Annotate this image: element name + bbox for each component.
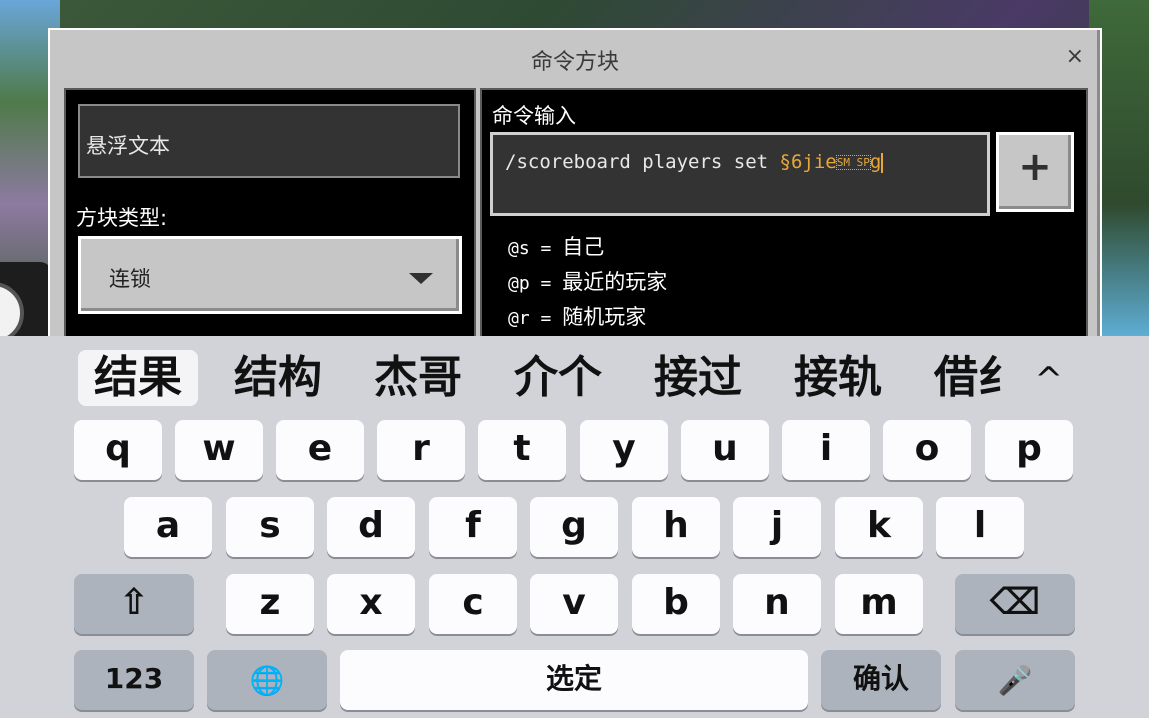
expand-candidates-icon[interactable]: ^ <box>1035 360 1064 400</box>
key-f[interactable]: f <box>429 497 517 557</box>
microphone-icon: 🎤 <box>997 664 1033 697</box>
command-color-code: §6jie <box>779 151 837 173</box>
right-panel: 命令输入 /scoreboard players set §6jieSM SPg… <box>480 88 1088 354</box>
candidate-word[interactable]: 接过 <box>654 350 742 406</box>
command-prefix: /scoreboard players set <box>505 151 780 173</box>
key-o[interactable]: o <box>883 420 971 480</box>
shift-key[interactable]: ⇧ <box>74 574 194 634</box>
key-y[interactable]: y <box>580 420 668 480</box>
selector-code: @p <box>508 273 530 294</box>
key-p[interactable]: p <box>985 420 1073 480</box>
mic-key[interactable]: 🎤 <box>955 650 1075 710</box>
block-type-value: 连锁 <box>109 267 151 291</box>
confirm-key[interactable]: 确认 <box>821 650 941 710</box>
key-c[interactable]: c <box>429 574 517 634</box>
key-i[interactable]: i <box>782 420 870 480</box>
selector-code: @s <box>508 238 530 259</box>
delete-key[interactable]: ⌫ <box>955 574 1075 634</box>
plus-icon: + <box>1018 144 1052 190</box>
key-h[interactable]: h <box>632 497 720 557</box>
add-button[interactable]: + <box>996 132 1074 212</box>
key-z[interactable]: z <box>226 574 314 634</box>
key-q[interactable]: q <box>74 420 162 480</box>
selector-equals: = <box>529 238 563 259</box>
candidate-word[interactable]: 接轨 <box>794 350 882 406</box>
key-j[interactable]: j <box>733 497 821 557</box>
left-panel: 悬浮文本 方块类型: 连锁 <box>64 88 476 354</box>
selector-desc: 最近的玩家 <box>562 270 668 294</box>
selector-equals: = <box>529 308 563 329</box>
key-v[interactable]: v <box>530 574 618 634</box>
help-line: @p = 最近的玩家 <box>508 265 667 300</box>
key-n[interactable]: n <box>733 574 821 634</box>
command-marked-text: SM SP <box>835 155 871 170</box>
key-g[interactable]: g <box>530 497 618 557</box>
command-block-dialog: 命令方块 × 悬浮文本 方块类型: 连锁 命令输入 /scoreboard pl… <box>48 28 1102 354</box>
key-d[interactable]: d <box>327 497 415 557</box>
help-line: @r = 随机玩家 <box>508 300 667 335</box>
key-t[interactable]: t <box>478 420 566 480</box>
candidate-bar: 结果 结构 杰哥 介个 接过 接轨 借纟 ^ <box>0 336 1149 416</box>
space-key[interactable]: 选定 <box>340 650 808 710</box>
dialog-title: 命令方块 <box>530 50 619 75</box>
block-type-dropdown[interactable]: 连锁 <box>78 236 462 314</box>
joystick-icon[interactable] <box>0 282 24 344</box>
shift-icon: ⇧ <box>118 582 150 623</box>
key-e[interactable]: e <box>276 420 364 480</box>
command-text: /scoreboard players set §6jieSM SPg <box>505 151 884 173</box>
hover-text-value: 悬浮文本 <box>86 134 170 158</box>
command-tail: g <box>869 151 882 173</box>
key-w[interactable]: w <box>175 420 263 480</box>
selector-equals: = <box>529 273 563 294</box>
close-icon[interactable]: × <box>1066 46 1084 68</box>
key-m[interactable]: m <box>835 574 923 634</box>
command-input[interactable]: /scoreboard players set §6jieSM SPg <box>490 132 990 216</box>
globe-icon: 🌐 <box>249 664 285 697</box>
backspace-icon: ⌫ <box>989 582 1041 623</box>
key-u[interactable]: u <box>681 420 769 480</box>
globe-key[interactable]: 🌐 <box>207 650 327 710</box>
key-x[interactable]: x <box>327 574 415 634</box>
selector-desc: 自己 <box>562 235 605 259</box>
candidate-word[interactable]: 杰哥 <box>374 350 462 406</box>
key-k[interactable]: k <box>835 497 923 557</box>
candidate-word[interactable]: 介个 <box>514 350 602 406</box>
key-b[interactable]: b <box>632 574 720 634</box>
candidate-word[interactable]: 结果 <box>78 350 198 406</box>
block-type-label: 方块类型: <box>76 206 168 230</box>
candidate-word[interactable]: 结构 <box>234 350 322 406</box>
help-line: @s = 自己 <box>508 230 667 265</box>
selector-help-list: @s = 自己 @p = 最近的玩家 @r = 随机玩家 <box>508 230 667 335</box>
key-r[interactable]: r <box>377 420 465 480</box>
key-l[interactable]: l <box>936 497 1024 557</box>
numbers-key[interactable]: 123 <box>74 650 194 710</box>
text-cursor <box>881 152 884 173</box>
selector-desc: 随机玩家 <box>562 305 647 329</box>
selector-code: @r <box>508 308 530 329</box>
key-a[interactable]: a <box>124 497 212 557</box>
onscreen-keyboard: 结果 结构 杰哥 介个 接过 接轨 借纟 ^ q w e r t y u i o… <box>0 336 1149 718</box>
command-input-label: 命令输入 <box>492 104 576 128</box>
candidate-word[interactable]: 借纟 <box>934 350 1016 406</box>
chevron-down-icon <box>409 273 433 284</box>
key-s[interactable]: s <box>226 497 314 557</box>
hover-text-field[interactable]: 悬浮文本 <box>78 104 460 178</box>
